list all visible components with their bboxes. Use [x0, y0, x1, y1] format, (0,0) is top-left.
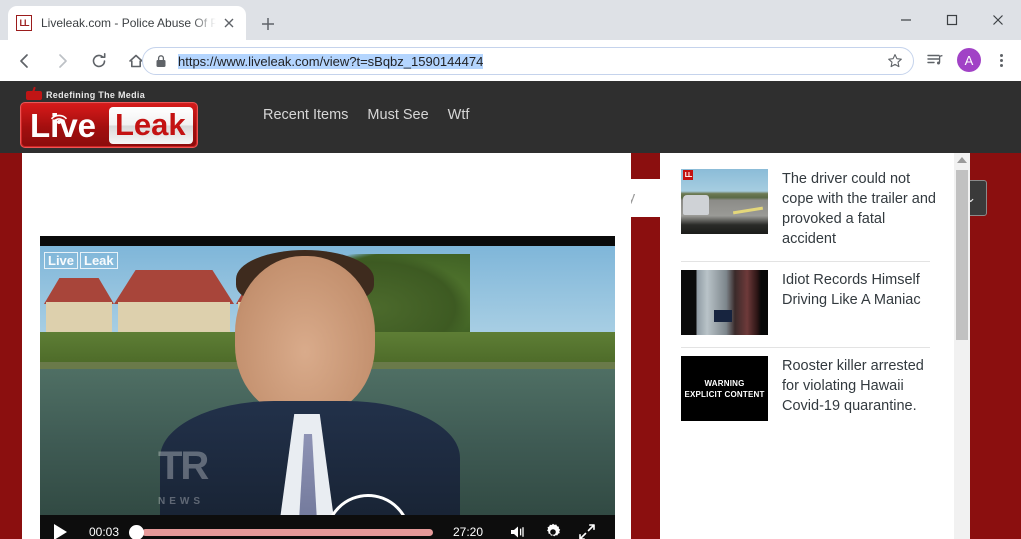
browser-tabstrip-area: LL Liveleak.com - Police Abuse Of P — [0, 0, 1021, 40]
site-nav: Recent Items Must See Wtf — [263, 107, 469, 123]
minimize-icon[interactable] — [883, 0, 929, 40]
nav-item-wtf[interactable]: Wtf — [448, 107, 470, 123]
volume-icon[interactable] — [505, 521, 533, 539]
video-subject-face — [235, 256, 375, 416]
warning-line-1: WARNING — [704, 378, 744, 389]
sidebar-scrollbar[interactable] — [954, 153, 970, 539]
watermark-word-leak: Leak — [80, 252, 118, 269]
toolbar-right-actions: A — [914, 44, 1021, 76]
tab-title: Liveleak.com - Police Abuse Of P — [41, 16, 216, 30]
logo-plate: Live Leak — [20, 102, 198, 148]
thumb-overlay-plate — [714, 310, 732, 322]
lock-icon — [155, 54, 169, 68]
page-viewport: Redefining The Media Live Leak Recent It… — [0, 81, 1021, 539]
video-thumbnail[interactable] — [681, 270, 768, 335]
current-time-label: 00:03 — [89, 525, 119, 539]
logo-word-live: Live — [30, 105, 96, 147]
watermark-word-live: Live — [44, 252, 78, 269]
logo-tagline: Redefining The Media — [46, 90, 145, 100]
nav-item-must-see[interactable]: Must See — [367, 107, 428, 123]
seek-track — [142, 529, 433, 536]
broadcast-waves-icon — [48, 113, 70, 125]
list-item[interactable]: LL The driver could not cope with the tr… — [660, 161, 952, 261]
browser-window: LL Liveleak.com - Police Abuse Of P — [0, 0, 1021, 539]
url-selected-text: https://www.liveleak.com/view?t=sBqbz_15… — [178, 54, 483, 69]
close-tab-icon[interactable] — [220, 14, 238, 32]
logo-word-leak: Leak — [115, 105, 186, 145]
liveleak-favicon: LL — [16, 15, 32, 31]
warning-line-2: EXPLICIT CONTENT — [684, 389, 764, 400]
bookmark-star-icon[interactable] — [887, 53, 905, 69]
browser-tab[interactable]: LL Liveleak.com - Police Abuse Of P — [8, 6, 246, 40]
scrollbar-thumb[interactable] — [956, 170, 968, 340]
url-text: https://www.liveleak.com/view?t=sBqbz_15… — [178, 54, 881, 69]
media-playlist-icon[interactable] — [919, 44, 951, 76]
tr-news-initials: TR — [158, 444, 207, 488]
liveleak-badge-icon: LL — [683, 170, 693, 180]
close-window-icon[interactable] — [975, 0, 1021, 40]
list-item-title[interactable]: Idiot Records Himself Driving Like A Man… — [782, 270, 940, 335]
list-item[interactable]: Idiot Records Himself Driving Like A Man… — [660, 262, 952, 347]
video-letterbox — [40, 236, 615, 246]
duration-label: 27:20 — [453, 525, 483, 539]
window-controls — [883, 0, 1021, 40]
seek-handle[interactable] — [129, 525, 144, 539]
video-player[interactable]: Live Leak TR NEWS 00:03 27:20 — [40, 236, 615, 539]
profile-avatar[interactable]: A — [957, 48, 981, 72]
list-item-title[interactable]: Rooster killer arrested for violating Ha… — [782, 356, 940, 421]
related-videos-list: LL The driver could not cope with the tr… — [660, 153, 952, 433]
logo-leak-plate: Leak — [109, 107, 193, 144]
video-controls-bar: 00:03 27:20 — [40, 515, 615, 539]
browser-menu-icon[interactable] — [987, 54, 1015, 67]
liveleak-logo[interactable]: Redefining The Media Live Leak — [20, 90, 198, 148]
list-item[interactable]: WARNING EXPLICIT CONTENT Rooster killer … — [660, 348, 952, 433]
satellite-dish-icon — [26, 91, 42, 100]
reload-icon[interactable] — [83, 45, 115, 77]
liveleak-watermark: Live Leak — [44, 252, 118, 269]
maximize-icon[interactable] — [929, 0, 975, 40]
back-icon[interactable] — [9, 45, 41, 77]
related-videos-panel: LL The driver could not cope with the tr… — [660, 153, 970, 539]
video-thumbnail[interactable]: WARNING EXPLICIT CONTENT — [681, 356, 768, 421]
nav-item-recent-items[interactable]: Recent Items — [263, 107, 348, 123]
seek-slider[interactable] — [129, 524, 441, 539]
forward-icon[interactable] — [46, 45, 78, 77]
scroll-up-arrow-icon[interactable] — [957, 157, 967, 163]
address-bar[interactable]: https://www.liveleak.com/view?t=sBqbz_15… — [142, 47, 914, 75]
thumb-car — [683, 195, 709, 215]
thumb-road-marking — [733, 207, 763, 215]
video-thumbnail[interactable]: LL — [681, 169, 768, 234]
play-button[interactable] — [54, 524, 67, 539]
new-tab-button[interactable] — [254, 10, 282, 38]
list-item-title[interactable]: The driver could not cope with the trail… — [782, 169, 940, 249]
tabstrip: LL Liveleak.com - Police Abuse Of P — [0, 0, 1021, 40]
settings-gear-icon[interactable] — [539, 521, 567, 539]
site-header: Redefining The Media Live Leak Recent It… — [0, 81, 1021, 153]
fullscreen-icon[interactable] — [573, 521, 601, 539]
tr-news-overlay: TR NEWS — [158, 448, 207, 520]
